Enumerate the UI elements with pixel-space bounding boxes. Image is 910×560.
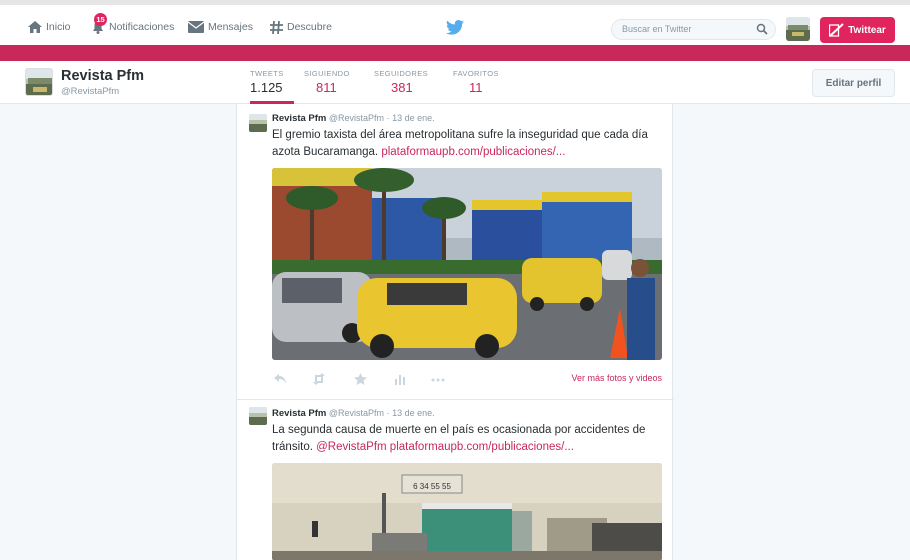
top-navigation: Inicio 15 Notificaciones Mensajes Descub… — [0, 0, 910, 45]
nav-home[interactable]: Inicio — [28, 19, 71, 35]
search-placeholder: Buscar en Twitter — [622, 24, 692, 34]
analytics-icon[interactable] — [394, 373, 406, 385]
envelope-icon — [188, 21, 204, 33]
twitter-bird-icon[interactable] — [446, 20, 464, 40]
profile-avatar[interactable] — [25, 68, 53, 96]
tweet-button[interactable]: Twittear — [820, 17, 895, 43]
tweet-author-handle[interactable]: @RevistaPfm — [329, 113, 384, 123]
notifications-icon: 15 — [90, 13, 107, 35]
stat-value: 381 — [391, 80, 413, 95]
home-icon — [28, 21, 42, 33]
compose-icon — [829, 23, 844, 37]
tweet-avatar[interactable] — [249, 407, 267, 425]
hashtag-icon — [270, 20, 283, 34]
view-more-media-link[interactable]: Ver más fotos y videos — [571, 373, 662, 383]
stat-label: SIGUIENDO — [304, 69, 350, 78]
tweet-header: Revista Pfm @RevistaPfm · 13 de ene. — [272, 408, 435, 419]
stat-value: 11 — [469, 80, 483, 95]
stat-label: FAVORITOS — [453, 69, 499, 78]
reply-icon[interactable] — [274, 373, 288, 385]
tweet[interactable]: Revista Pfm @RevistaPfm · 13 de ene. El … — [237, 104, 674, 400]
tweet-header: Revista Pfm @RevistaPfm · 13 de ene. — [272, 113, 435, 124]
stat-label: TWEETS — [250, 69, 284, 78]
edit-profile-button[interactable]: Editar perfil — [812, 69, 895, 97]
stat-favorites[interactable]: FAVORITOS 11 — [453, 69, 499, 95]
profile-banner — [0, 45, 910, 61]
tweet-avatar[interactable] — [249, 114, 267, 132]
tweet[interactable]: Revista Pfm @RevistaPfm · 13 de ene. La … — [237, 401, 674, 560]
search-icon[interactable] — [756, 23, 768, 35]
profile-navigation: Revista Pfm @RevistaPfm TWEETS 1.125 SIG… — [0, 61, 910, 104]
tweet-date[interactable]: · 13 de ene. — [387, 408, 435, 418]
photo-sign-text: 6 34 55 55 — [413, 482, 451, 491]
search-input[interactable]: Buscar en Twitter — [611, 19, 776, 40]
nav-home-label: Inicio — [46, 21, 71, 33]
stat-value: 811 — [316, 80, 337, 95]
stat-following[interactable]: SIGUIENDO 811 — [304, 69, 350, 95]
tweet-photo[interactable]: 6 34 55 55 — [272, 463, 662, 560]
tweet-button-label: Twittear — [848, 24, 886, 36]
notification-count-badge: 15 — [94, 13, 107, 26]
user-avatar[interactable] — [786, 17, 810, 41]
tweet-mention[interactable]: @RevistaPfm — [316, 441, 386, 453]
nav-discover[interactable]: Descubre — [270, 19, 332, 35]
tweet-text: La segunda causa de muerte en el país es… — [272, 422, 667, 456]
tweet-author-name[interactable]: Revista Pfm — [272, 408, 326, 419]
tweet-link[interactable]: plataformaupb.com/publicaciones/... — [381, 146, 565, 158]
tweet-photo[interactable] — [272, 168, 662, 360]
profile-handle: @RevistaPfm — [61, 86, 120, 97]
stat-label: SEGUIDORES — [374, 69, 429, 78]
nav-discover-label: Descubre — [287, 21, 332, 33]
tweet-author-name[interactable]: Revista Pfm — [272, 113, 326, 124]
favorite-star-icon[interactable] — [354, 373, 367, 385]
nav-messages-label: Mensajes — [208, 21, 253, 33]
nav-notifications[interactable]: 15 Notificaciones — [90, 13, 175, 35]
stat-value: 1.125 — [250, 80, 283, 95]
nav-messages[interactable]: Mensajes — [188, 19, 253, 35]
tweet-link[interactable]: plataformaupb.com/publicaciones/... — [390, 441, 574, 453]
more-options-icon[interactable] — [430, 373, 446, 385]
tweet-actions: Ver más fotos y videos — [272, 373, 662, 387]
stat-tweets[interactable]: TWEETS 1.125 — [250, 69, 284, 95]
tweet-date[interactable]: · 13 de ene. — [387, 113, 435, 123]
profile-name[interactable]: Revista Pfm — [61, 68, 144, 84]
stat-followers[interactable]: SEGUIDORES 381 — [374, 69, 428, 95]
nav-notifications-label: Notificaciones — [109, 21, 175, 33]
retweet-icon[interactable] — [312, 373, 326, 385]
timeline: Revista Pfm @RevistaPfm · 13 de ene. El … — [236, 104, 674, 560]
tweet-text: El gremio taxista del área metropolitana… — [272, 127, 667, 161]
tweet-author-handle[interactable]: @RevistaPfm — [329, 408, 384, 418]
